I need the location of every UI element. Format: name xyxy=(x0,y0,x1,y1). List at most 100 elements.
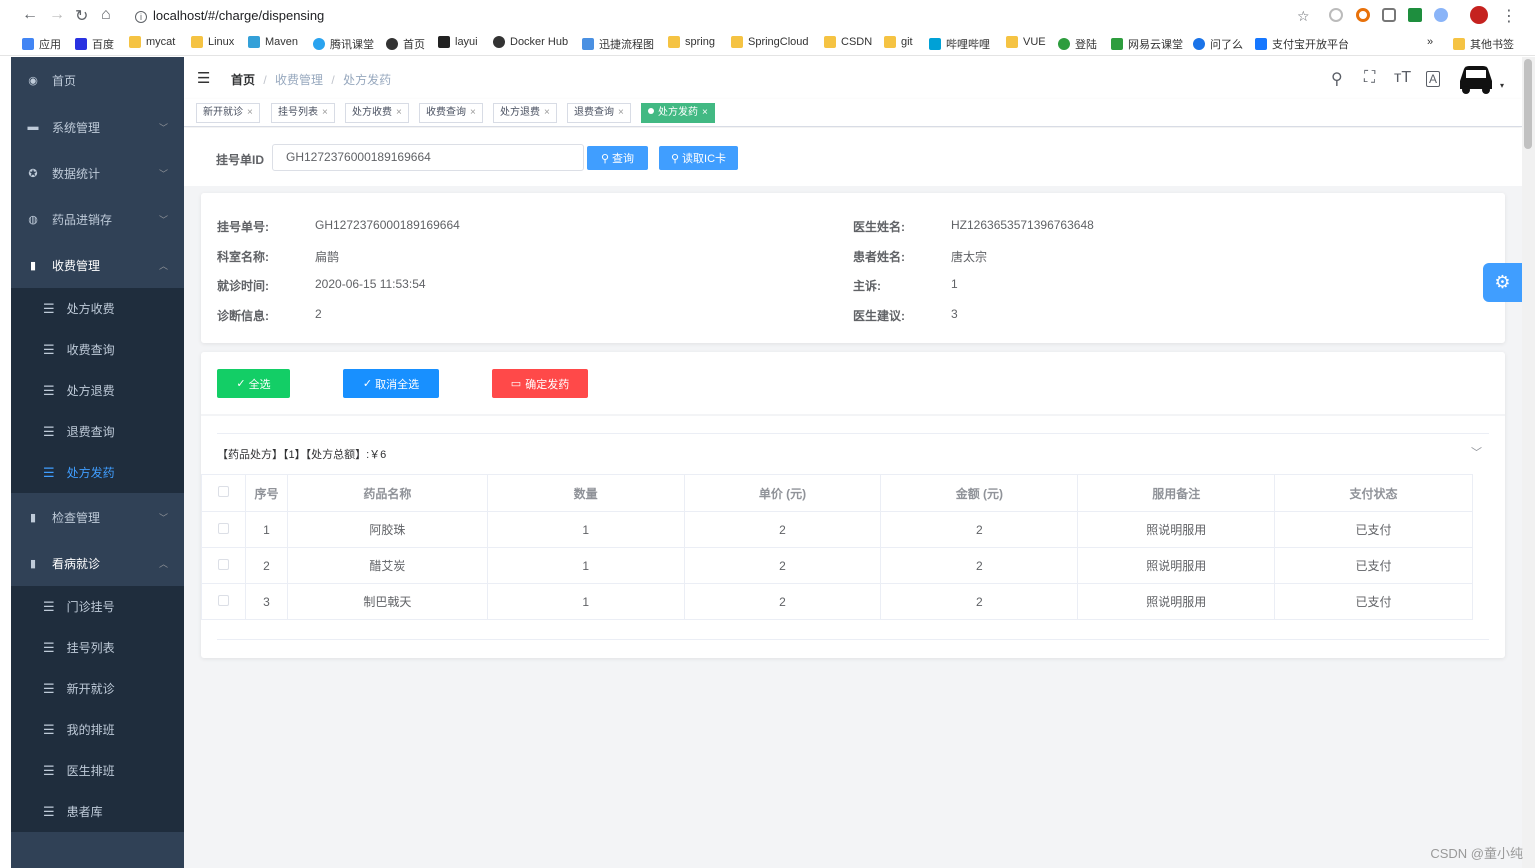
sidebar-subitem[interactable]: ☰ 处方收费 xyxy=(11,288,184,329)
caret-down-icon[interactable]: ▾ xyxy=(1500,81,1504,90)
dashboard-icon: ◉ xyxy=(28,74,38,87)
tag-item[interactable]: 新开就诊 × xyxy=(196,103,260,123)
sidebar-subitem[interactable]: ☰ 挂号列表 xyxy=(11,627,184,668)
breadcrumb-item: 收费管理 xyxy=(275,73,324,87)
sidebar-subitem[interactable]: ☰ 我的排班 xyxy=(11,709,184,750)
tag-item-active[interactable]: 处方发药 × xyxy=(641,103,715,123)
bookmark-item[interactable]: CSDN xyxy=(824,36,872,48)
settings-button[interactable]: ⚙ xyxy=(1483,263,1522,302)
back-icon[interactable]: ← xyxy=(22,6,38,24)
bookmark-item[interactable]: git xyxy=(884,36,913,48)
breadcrumb-home[interactable]: 首页 xyxy=(231,73,255,87)
menu-dots-icon[interactable]: ⋮ xyxy=(1501,6,1517,26)
vue-devtools-icon[interactable] xyxy=(1408,8,1422,22)
tag-item[interactable]: 挂号列表 × xyxy=(271,103,335,123)
bookmark-item[interactable]: 网易云课堂 xyxy=(1111,36,1183,52)
list-icon: ☰ xyxy=(43,598,55,614)
bookmark-item[interactable]: Linux xyxy=(191,36,234,48)
bookmark-item[interactable]: 腾讯课堂 xyxy=(313,36,374,52)
fullscreen-icon[interactable]: ⛶ xyxy=(1364,69,1375,87)
sidebar-item-exam[interactable]: ▮ 检查管理 ﹀ xyxy=(11,494,184,540)
scrollbar[interactable] xyxy=(1522,57,1535,868)
sidebar-item-charge[interactable]: ▮ 收费管理 ︿ xyxy=(11,242,184,288)
sidebar-subitem-active[interactable]: ☰ 处方发药 xyxy=(11,452,184,493)
row-checkbox[interactable] xyxy=(217,522,229,534)
hamburger-icon[interactable]: ☰ xyxy=(197,69,210,87)
bookmark-item[interactable]: 百度 xyxy=(75,36,114,52)
sidebar-item-drugs[interactable]: ◍ 药品进销存 ﹀ xyxy=(11,196,184,242)
bookmark-item[interactable]: mycat xyxy=(129,36,175,48)
table-row[interactable]: 2 醋艾炭 1 2 2 照说明服用 已支付 xyxy=(201,547,1473,584)
tag-item[interactable]: 处方退费 × xyxy=(493,103,557,123)
browser-address-bar: ← → ↻ ⌂ i localhost/#/charge/dispensing ☆… xyxy=(0,0,1535,32)
forward-icon[interactable]: → xyxy=(49,6,65,24)
extension-icon[interactable] xyxy=(1329,8,1343,22)
tag-item[interactable]: 处方收费 × xyxy=(345,103,409,123)
close-icon[interactable]: × xyxy=(702,107,708,118)
close-icon[interactable]: × xyxy=(470,107,476,118)
bookmark-item[interactable]: 应用 xyxy=(22,36,61,52)
bookmark-item[interactable]: 首页 xyxy=(386,36,425,52)
list-icon: ☰ xyxy=(43,341,55,357)
row-checkbox[interactable] xyxy=(217,558,229,570)
tag-item[interactable]: 收费查询 × xyxy=(419,103,483,123)
sidebar-subitem[interactable]: ☰ 门诊挂号 xyxy=(11,586,184,627)
select-all-checkbox[interactable] xyxy=(217,486,229,497)
bookmark-item[interactable]: layui xyxy=(438,36,478,48)
bookmark-item[interactable]: 哔哩哔哩 xyxy=(929,36,990,52)
bookmark-item[interactable]: 问了么 xyxy=(1193,36,1243,52)
avatar[interactable] xyxy=(1456,61,1496,95)
close-icon[interactable]: × xyxy=(544,107,550,118)
bookmark-item[interactable]: Docker Hub xyxy=(493,36,568,48)
tag-item[interactable]: 退费查询 × xyxy=(567,103,631,123)
chevron-down-icon[interactable]: ﹀ xyxy=(1471,444,1482,460)
sidebar-item-visit[interactable]: ▮ 看病就诊 ︿ xyxy=(11,540,184,586)
close-icon[interactable]: × xyxy=(618,107,624,118)
sidebar-subitem[interactable]: ☰ 退费查询 xyxy=(11,411,184,452)
bookmark-item[interactable]: VUE xyxy=(1006,36,1046,48)
scrollbar-thumb[interactable] xyxy=(1524,59,1532,149)
read-ic-card-button[interactable]: ⚲ 读取IC卡 xyxy=(659,146,738,170)
font-size-icon[interactable]: ᴛT xyxy=(1394,69,1411,87)
sidebar-subitem[interactable]: ☰ 患者库 xyxy=(11,791,184,832)
shield-icon[interactable] xyxy=(1382,8,1396,22)
table-row[interactable]: 3 制巴戟天 1 2 2 照说明服用 已支付 xyxy=(201,583,1473,620)
select-all-button[interactable]: ✓ 全选 xyxy=(217,369,290,398)
table-row[interactable]: 1 阿胶珠 1 2 2 照说明服用 已支付 xyxy=(201,511,1473,548)
row-checkbox[interactable] xyxy=(217,594,229,606)
bookmark-item[interactable]: Maven xyxy=(248,36,298,48)
confirm-dispense-button[interactable]: ▭ 确定发药 xyxy=(492,369,588,398)
close-icon[interactable]: × xyxy=(322,107,328,118)
bookmark-item[interactable]: spring xyxy=(668,36,715,48)
language-icon[interactable]: A xyxy=(1426,71,1441,87)
bookmarks-more[interactable]: » xyxy=(1427,36,1433,48)
reload-icon[interactable]: ↻ xyxy=(75,6,88,26)
sidebar-subitem[interactable]: ☰ 新开就诊 xyxy=(11,668,184,709)
bookmark-item[interactable]: 支付宝开放平台 xyxy=(1255,36,1349,52)
bookmark-item[interactable]: 迅捷流程图 xyxy=(582,36,654,52)
sidebar-item-system[interactable]: ▬ 系统管理 ﹀ xyxy=(11,104,184,150)
extension-icon[interactable] xyxy=(1434,8,1448,22)
sidebar-subitem[interactable]: ☰ 医生排班 xyxy=(11,750,184,791)
dept-label: 科室名称: xyxy=(217,250,269,264)
close-icon[interactable]: × xyxy=(247,107,253,118)
star-icon[interactable]: ☆ xyxy=(1297,8,1310,25)
home-icon[interactable]: ⌂ xyxy=(101,6,111,24)
close-icon[interactable]: × xyxy=(396,107,402,118)
query-button[interactable]: ⚲ 查询 xyxy=(587,146,648,170)
extension-icon[interactable] xyxy=(1356,8,1370,22)
avatar[interactable] xyxy=(1470,6,1488,24)
sidebar-item-stats[interactable]: ✪ 数据统计 ﹀ xyxy=(11,150,184,196)
sidebar-item-home[interactable]: ◉ 首页 xyxy=(11,57,184,103)
bookmark-item[interactable]: SpringCloud xyxy=(731,36,809,48)
other-bookmarks[interactable]: 其他书签 xyxy=(1453,36,1514,52)
table-cell: 2 xyxy=(880,547,1079,584)
sidebar-subitem[interactable]: ☰ 处方退费 xyxy=(11,370,184,411)
registration-id-input[interactable]: GH1272376000189169664 xyxy=(272,144,584,171)
prescription-title: 【药品处方】【1】【处方总额】:￥6 xyxy=(217,449,387,461)
url-field[interactable]: i localhost/#/charge/dispensing xyxy=(135,8,324,23)
bookmark-item[interactable]: 登陆 xyxy=(1058,36,1097,52)
sidebar-subitem[interactable]: ☰ 收费查询 xyxy=(11,329,184,370)
search-icon[interactable]: ⚲ xyxy=(1331,69,1343,89)
cancel-select-all-button[interactable]: ✓ 取消全选 xyxy=(343,369,439,398)
